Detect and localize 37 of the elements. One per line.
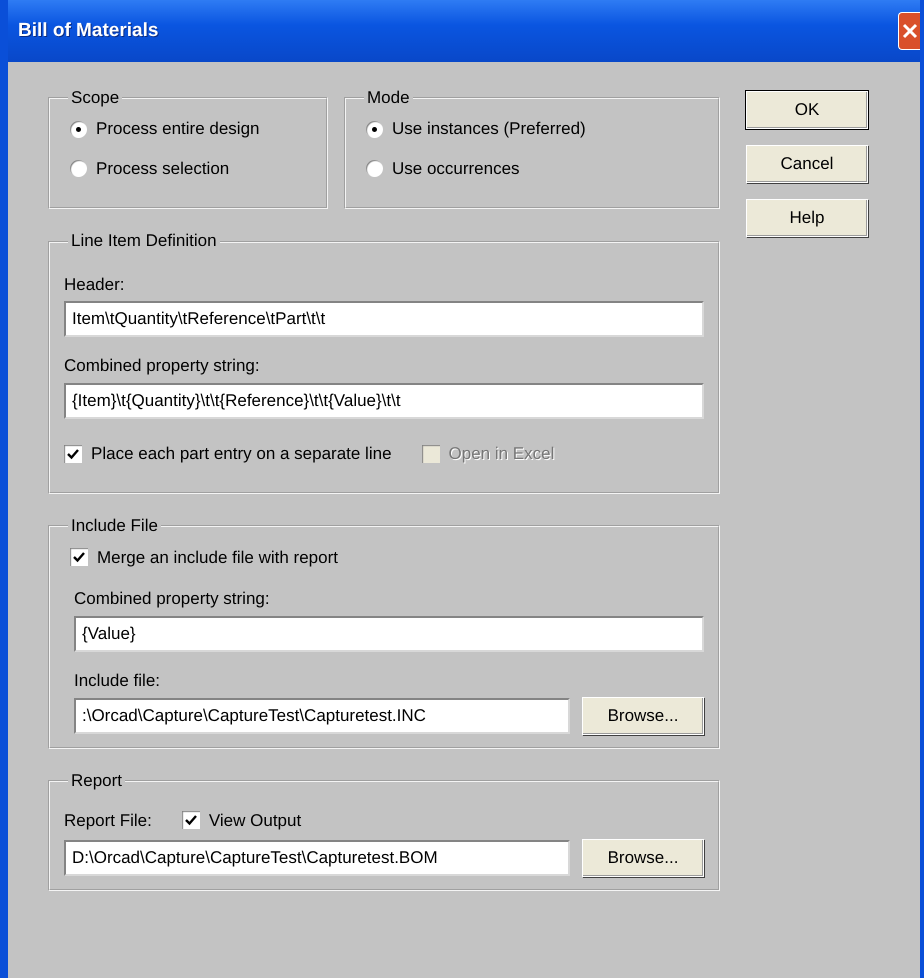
radio-label[interactable]: Process entire design: [96, 116, 260, 142]
checkbox-label[interactable]: Merge an include file with report: [97, 544, 338, 570]
field-label: Combined property string:: [74, 588, 271, 610]
dialog-button[interactable]: OK: [746, 91, 868, 129]
radio-label[interactable]: Use instances (Preferred): [392, 116, 586, 142]
text-field[interactable]: {Value}: [74, 616, 704, 652]
close-button[interactable]: [898, 12, 920, 50]
checkbox[interactable]: [64, 444, 82, 463]
checkbox-label[interactable]: View Output: [208, 808, 302, 834]
dialog-button[interactable]: Help: [746, 199, 868, 237]
radio-button[interactable]: [70, 160, 87, 178]
radio-label[interactable]: Use occurrences: [392, 156, 520, 182]
radio-button[interactable]: [366, 120, 383, 138]
field-label: Header:: [64, 274, 126, 296]
browse-button[interactable]: Browse...: [582, 697, 704, 736]
group-label: Mode: [366, 88, 411, 108]
group-label: Include File: [70, 516, 159, 537]
field-label: Include file:: [74, 670, 161, 692]
text-field[interactable]: :\Orcad\Capture\CaptureTest\Capturetest.INC: [74, 698, 570, 734]
radio-label[interactable]: Process selection: [96, 156, 230, 182]
text-field[interactable]: D:\Orcad\Capture\CaptureTest\Capturetest.BOM: [64, 840, 570, 876]
radio-button[interactable]: [366, 160, 383, 178]
window-title: Bill of Materials: [18, 18, 158, 43]
text-field[interactable]: Item\tQuantity\tReference\tPart\t\t: [64, 301, 704, 338]
field-label: Combined property string:: [64, 355, 261, 378]
group-label: Report: [70, 771, 124, 792]
dialog-button[interactable]: Cancel: [746, 145, 868, 183]
checkbox[interactable]: [182, 811, 200, 830]
checkbox-label[interactable]: Place each part entry on a separate line: [91, 440, 392, 466]
checkbox[interactable]: [70, 548, 88, 566]
group-label: Line Item Definition: [70, 231, 218, 252]
radio-button[interactable]: [70, 120, 87, 138]
group-label: Scope: [70, 88, 120, 108]
field-label: Report File:: [64, 810, 152, 832]
close-icon: [902, 22, 918, 40]
browse-button[interactable]: Browse...: [582, 839, 704, 878]
text-field[interactable]: {Item}\t{Quantity}\t\t{Reference}\t\t{Value}\t\t: [64, 382, 704, 419]
